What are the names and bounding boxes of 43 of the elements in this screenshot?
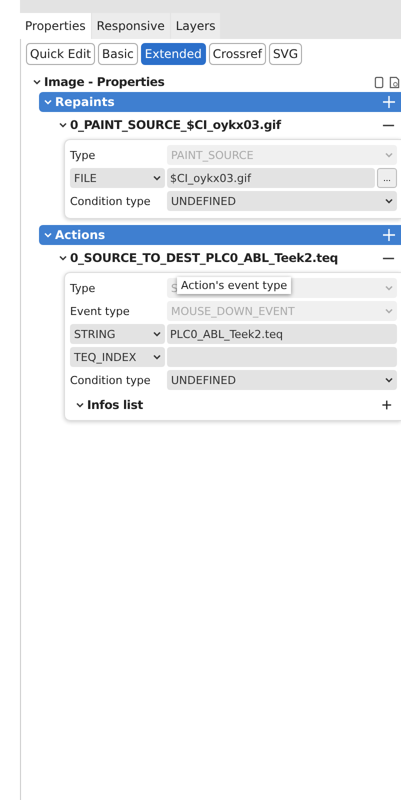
section-header[interactable]: Repaints bbox=[39, 92, 401, 112]
add-icon[interactable] bbox=[382, 95, 396, 109]
item-title: 0_PAINT_SOURCE_$CI_oykx03.gif bbox=[70, 118, 281, 132]
mode-button[interactable]: Quick Edit bbox=[26, 43, 95, 65]
chevron-icon[interactable] bbox=[76, 402, 84, 408]
type-dropdown[interactable]: TEQ_INDEX bbox=[70, 347, 165, 367]
type-dropdown[interactable]: FILE bbox=[70, 168, 165, 188]
item-title: 0_SOURCE_TO_DEST_PLC0_ABL_Teek2.teq bbox=[70, 251, 338, 265]
document-icon[interactable] bbox=[389, 76, 400, 88]
chevron-icon[interactable] bbox=[59, 122, 67, 128]
chevron-icon[interactable] bbox=[59, 255, 67, 261]
page-icon[interactable] bbox=[374, 76, 385, 88]
tab[interactable]: Layers bbox=[170, 13, 220, 39]
field-label: Type bbox=[70, 148, 96, 162]
panel-title: Image - Properties bbox=[44, 75, 164, 89]
chevron-icon[interactable] bbox=[153, 175, 161, 181]
mode-button[interactable]: SVG bbox=[268, 43, 302, 65]
input-field[interactable] bbox=[167, 347, 397, 367]
mode-button[interactable]: Basic bbox=[98, 43, 138, 65]
chevron-icon[interactable] bbox=[153, 331, 161, 337]
section-header[interactable]: Actions bbox=[39, 225, 401, 245]
chevron-icon[interactable] bbox=[385, 198, 393, 204]
tab[interactable]: Responsive bbox=[92, 13, 170, 39]
chevron-icon[interactable] bbox=[33, 79, 41, 85]
chevron-icon[interactable] bbox=[385, 377, 393, 383]
dropdown[interactable]: UNDEFINED bbox=[167, 370, 397, 390]
sublist-title: Infos list bbox=[87, 398, 143, 412]
input-field[interactable]: PLC0_ABL_Teek2.teq bbox=[167, 324, 397, 344]
field-label: Type bbox=[70, 282, 96, 294]
browse-button[interactable]: ... bbox=[377, 168, 397, 188]
field-label: Condition type bbox=[70, 374, 152, 386]
mode-button[interactable]: Extended bbox=[140, 43, 206, 65]
tab[interactable]: Properties bbox=[20, 13, 91, 39]
chevron-icon[interactable] bbox=[153, 354, 161, 360]
add-button[interactable]: + bbox=[381, 397, 392, 413]
mode-button[interactable]: Crossref bbox=[208, 43, 266, 65]
type-dropdown[interactable]: STRING bbox=[70, 324, 165, 344]
add-icon[interactable] bbox=[382, 228, 396, 242]
field-label: Condition type bbox=[70, 194, 152, 208]
field-label: Event type bbox=[70, 304, 131, 318]
tooltip: Action's event type bbox=[177, 277, 292, 294]
input-field[interactable]: $CI_oykx03.gif bbox=[167, 168, 375, 188]
dropdown[interactable]: UNDEFINED bbox=[167, 191, 397, 211]
